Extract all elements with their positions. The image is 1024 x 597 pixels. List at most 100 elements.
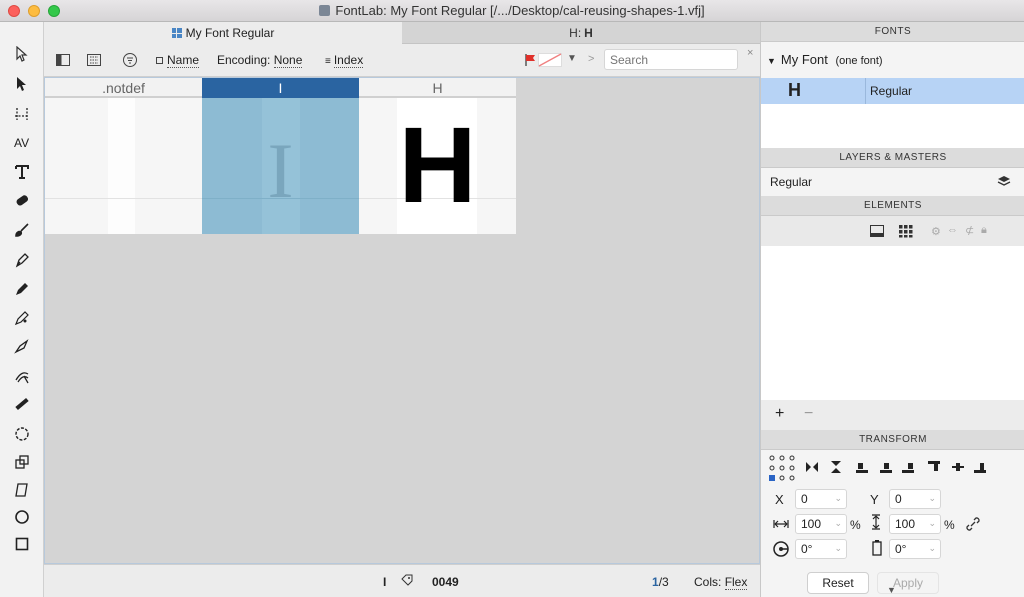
x-label: X: [775, 492, 784, 507]
layers-icon[interactable]: [997, 174, 1011, 191]
glyph-cell-H[interactable]: H H: [359, 78, 516, 234]
power-nib-tool-icon[interactable]: [12, 336, 32, 356]
add-element-button[interactable]: +: [775, 405, 784, 423]
pencil-tool-icon[interactable]: [12, 279, 32, 299]
page-indicator[interactable]: 1/3: [652, 575, 669, 589]
page-total: /3: [658, 575, 669, 589]
tab-label: H:: [569, 26, 582, 40]
cols-label: Cols:: [694, 575, 722, 589]
align-bottom-icon[interactable]: [973, 460, 987, 477]
close-toolbar-icon[interactable]: ×: [747, 47, 753, 59]
rotate-value: 0°: [801, 542, 813, 556]
glyph-cell-I[interactable]: I I: [202, 78, 359, 234]
eraser-tool-icon[interactable]: [12, 190, 32, 210]
font-family-note: (one font): [835, 55, 883, 67]
knife-tool-icon[interactable]: [12, 366, 32, 386]
properties-panel-icon[interactable]: [86, 52, 102, 71]
slant-tool-icon[interactable]: [12, 480, 32, 500]
link-proportions-icon[interactable]: [965, 516, 981, 535]
rotate-field[interactable]: 0° ⌄: [795, 539, 847, 559]
encoding-selector[interactable]: Encoding: None: [217, 53, 303, 68]
slant-field[interactable]: 0° ⌄: [889, 539, 941, 559]
caption-square-icon: [156, 57, 163, 64]
panel-scroll-down-icon[interactable]: ▼: [887, 585, 896, 595]
width-field[interactable]: 100 ⌄: [795, 514, 847, 534]
brush-tool-icon[interactable]: [12, 220, 32, 240]
element-lock-icon[interactable]: 🔒︎: [981, 224, 987, 237]
disclosure-triangle-icon[interactable]: ▼: [767, 56, 776, 66]
svg-text:AV: AV: [14, 136, 29, 150]
align-left-icon[interactable]: [855, 460, 869, 477]
height-value: 100: [895, 517, 916, 531]
rapid-tool-icon[interactable]: [12, 308, 32, 328]
width-scale-icon: [773, 518, 789, 533]
flag-icon[interactable]: [524, 53, 538, 70]
elements-list: [761, 246, 1024, 400]
flip-horizontal-icon[interactable]: [805, 460, 819, 477]
font-window-toolbar: Name Encoding: None ≡Index ▼ > ×: [44, 44, 760, 77]
element-select-tool-icon[interactable]: [12, 74, 32, 94]
height-field[interactable]: 100 ⌄: [889, 514, 941, 534]
align-top-icon[interactable]: [927, 460, 941, 477]
width-value: 100: [801, 517, 822, 531]
search-input[interactable]: [604, 49, 738, 70]
kerning-tool-icon[interactable]: AV: [12, 132, 32, 152]
cols-selector[interactable]: Cols: Flex: [694, 575, 748, 590]
glyph-cell-body: I: [202, 98, 359, 234]
align-middle-icon[interactable]: [951, 460, 965, 477]
width-chevron-icon: ⌄: [834, 518, 842, 528]
scale-tool-icon[interactable]: [12, 452, 32, 472]
window-title: FontLab: My Font Regular [/.../Desktop/c…: [335, 3, 705, 18]
sidebar-toggle-icon[interactable]: [55, 52, 71, 71]
tab-glyph-window[interactable]: H: H: [402, 22, 760, 44]
glyph-tag-icon[interactable]: [400, 573, 414, 590]
layer-name[interactable]: Regular: [770, 175, 812, 189]
tab-label: My Font Regular: [185, 26, 275, 40]
element-link-icon[interactable]: ⇔: [947, 224, 958, 236]
reset-button[interactable]: Reset: [807, 572, 869, 594]
contour-select-tool-icon[interactable]: [12, 44, 32, 64]
right-panel: FONTS ▼ My Font (one font) H Regular LAYE…: [760, 22, 1024, 597]
text-tool-icon[interactable]: [12, 162, 32, 182]
name-caption-button[interactable]: Name: [156, 53, 200, 68]
pen-tool-icon[interactable]: [12, 250, 32, 270]
y-value: 0: [895, 492, 902, 506]
glyph-cell-caption: H: [359, 78, 516, 98]
rotate-tool-icon[interactable]: [12, 424, 32, 444]
element-settings-icon[interactable]: ⚙: [931, 225, 941, 238]
align-center-icon[interactable]: [879, 460, 893, 477]
tab-glyph-label: H: [584, 26, 593, 40]
transform-origin-grid-icon[interactable]: [769, 455, 795, 484]
elements-toolbar: ⚙ ⇔ ⊄ 🔒︎: [761, 216, 1024, 246]
width-unit: %: [850, 518, 861, 532]
font-style-row[interactable]: H Regular: [761, 78, 1024, 104]
x-field[interactable]: 0 ⌄: [795, 489, 847, 509]
window-title-container: FontLab: My Font Regular [/.../Desktop/c…: [0, 3, 1024, 18]
tab-font-window[interactable]: My Font Regular: [44, 22, 402, 44]
name-label: Name: [167, 53, 200, 68]
index-sort-button[interactable]: ≡ Index: [325, 53, 364, 68]
element-reference-icon[interactable]: [869, 224, 885, 241]
cols-value: Flex: [724, 575, 748, 590]
element-attach-icon[interactable]: ⊄: [965, 224, 974, 237]
height-scale-icon: [870, 514, 882, 533]
flip-vertical-icon[interactable]: [829, 460, 843, 477]
ruler-tool-icon[interactable]: [12, 394, 32, 414]
slant-value: 0°: [895, 542, 907, 556]
rectangle-tool-icon[interactable]: [12, 534, 32, 554]
font-family-row[interactable]: ▼ My Font (one font): [767, 52, 883, 67]
filter-icon[interactable]: [122, 52, 138, 71]
align-right-icon[interactable]: [901, 460, 915, 477]
glyph-cell-notdef[interactable]: .notdef: [45, 78, 202, 234]
remove-element-button[interactable]: −: [804, 405, 813, 423]
color-dropdown-chevron-icon[interactable]: ▼: [567, 53, 577, 64]
ellipse-tool-icon[interactable]: [12, 507, 32, 527]
glyph-grid[interactable]: .notdef I I H H: [44, 77, 760, 564]
font-style-glyph: H: [788, 80, 801, 100]
encoding-label: Encoding:: [217, 53, 271, 67]
element-grid-icon[interactable]: [898, 224, 914, 241]
y-field[interactable]: 0 ⌄: [889, 489, 941, 509]
color-swatch-none[interactable]: [538, 53, 562, 70]
height-unit: %: [944, 518, 955, 532]
metrics-tool-icon[interactable]: [12, 104, 32, 124]
